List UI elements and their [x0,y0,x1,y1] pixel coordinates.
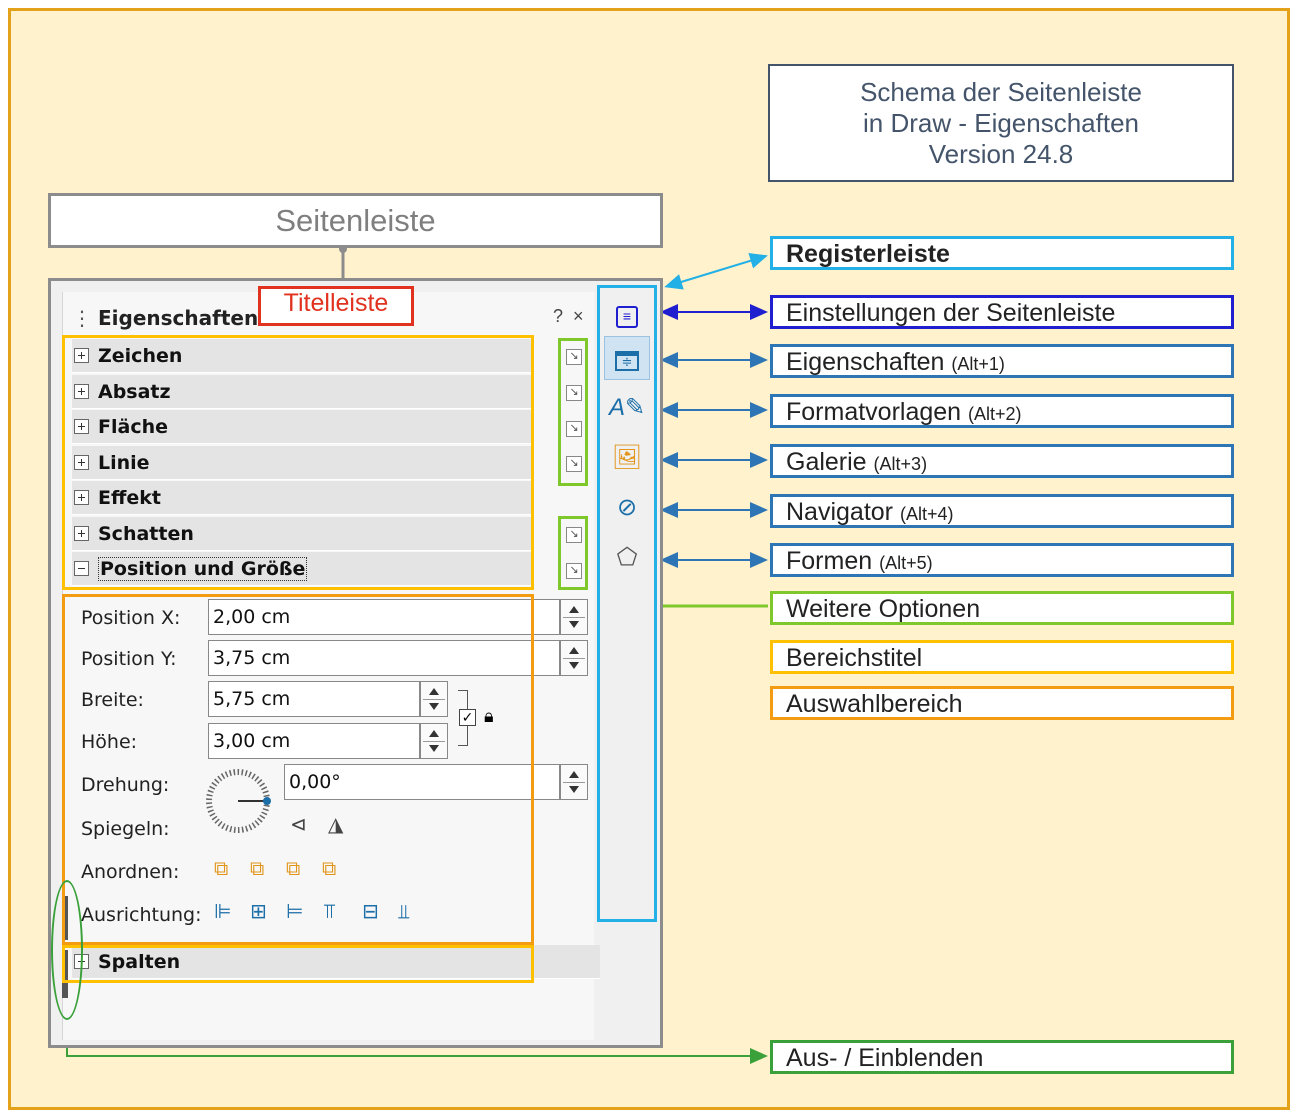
legend-section-title: Bereichstitel [770,640,1234,674]
more-options-highlight [558,516,588,590]
legend-navigator: Navigator (Alt+4) [770,494,1234,528]
legend-settings: Einstellungen der Seitenleiste [770,295,1234,329]
shapes-icon[interactable]: ⬠ [604,536,650,580]
help-button[interactable]: ? [553,306,573,326]
properties-icon[interactable]: ≑ [604,336,650,380]
selection-area-highlight [62,594,534,945]
titlebar-callout: Titelleiste [283,289,389,317]
sidebar-settings-icon[interactable]: ≡ [604,292,650,336]
legend-registerleiste: Registerleiste [770,236,1234,270]
legend-show-hide: Aus- / Einblenden [770,1040,1234,1074]
legend-properties: Eigenschaften (Alt+1) [770,344,1234,378]
legend-shapes: Formen (Alt+5) [770,543,1234,577]
panel-title-buttons: ?× [553,306,594,327]
gallery-icon[interactable]: 🖼︎ [604,436,650,480]
legend-selection-area: Auswahlbereich [770,686,1234,720]
rotation-spinner[interactable] [560,764,588,800]
legend-gallery: Galerie (Alt+3) [770,444,1234,478]
navigator-icon[interactable]: ⊘ [604,486,650,530]
section-title-highlight [62,335,534,590]
pos-y-spinner[interactable] [560,640,588,676]
legend-more-options: Weitere Optionen [770,591,1234,625]
panel-title-text: Eigenschaften [98,306,259,330]
show-hide-highlight [51,880,83,1020]
panel-title: ⋮ Eigenschaften [72,306,258,330]
close-button[interactable]: × [573,306,594,326]
styles-icon[interactable]: A✎ [604,386,650,430]
legend-styles: Formatvorlagen (Alt+2) [770,394,1234,428]
section-title-highlight [62,945,534,983]
grip-icon[interactable]: ⋮ [72,306,92,330]
more-options-highlight [558,338,588,486]
pos-x-spinner[interactable] [560,599,588,635]
